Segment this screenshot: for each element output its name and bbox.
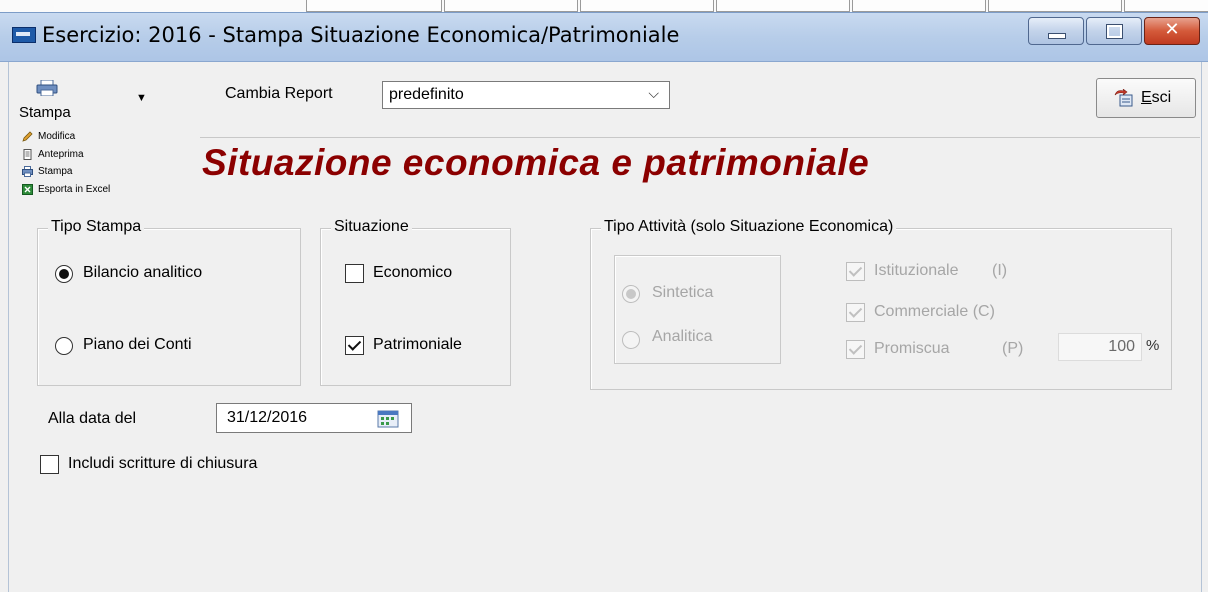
checkbox-promiscua[interactable] <box>846 340 865 359</box>
menu-item-modifica[interactable]: Modifica <box>22 128 172 146</box>
stampa-menu: Modifica Anteprima Stampa Esporta in Exc… <box>22 128 172 198</box>
percent-value: 100 <box>1108 338 1135 355</box>
page-title: Situazione economica e patrimoniale <box>202 142 870 183</box>
radio-label: Sintetica <box>652 284 714 301</box>
checkbox-commerciale[interactable] <box>846 303 865 322</box>
menu-item-anteprima[interactable]: Anteprima <box>22 146 172 164</box>
parent-tab <box>716 0 850 12</box>
dropdown-arrow-icon[interactable]: ▼ <box>136 92 147 104</box>
menu-item-label: Anteprima <box>38 148 84 160</box>
promiscua-percent-input[interactable]: 100 <box>1058 333 1142 361</box>
menu-item-label: Stampa <box>38 166 73 177</box>
group-title: Situazione <box>331 218 412 236</box>
title-bar[interactable]: Esercizio: 2016 - Stampa Situazione Econ… <box>0 12 1208 62</box>
parent-toolbar-strip <box>0 0 1208 12</box>
cambia-report-label: Cambia Report <box>225 85 333 102</box>
radio-piano-dei-conti[interactable] <box>55 337 73 355</box>
radio-sintetica[interactable] <box>622 285 640 303</box>
parent-tab <box>1124 0 1208 12</box>
esci-label: Esci <box>1141 89 1172 106</box>
checkbox-economico[interactable] <box>345 264 364 283</box>
situazione-group: Situazione <box>320 218 511 386</box>
header-divider <box>200 137 1200 138</box>
menu-item-label: Modifica <box>38 131 76 142</box>
percent-sign: % <box>1146 337 1160 354</box>
radio-analitica[interactable] <box>622 331 640 349</box>
minimize-button[interactable] <box>1028 17 1084 45</box>
radio-label: Piano dei Conti <box>83 336 192 353</box>
close-icon: ✕ <box>1164 19 1180 40</box>
attivita-radio-box <box>614 255 781 364</box>
parent-tab <box>444 0 578 12</box>
document-icon <box>23 148 32 160</box>
pencil-icon <box>22 131 33 142</box>
close-button[interactable]: ✕ <box>1144 17 1200 45</box>
tipo-stampa-group: Tipo Stampa <box>37 218 301 386</box>
radio-label: Analitica <box>652 328 713 345</box>
app-icon <box>12 27 36 43</box>
parent-tab <box>580 0 714 12</box>
esci-button[interactable]: Esci <box>1096 78 1196 118</box>
date-input[interactable]: 31/12/2016 <box>216 403 412 433</box>
checkbox-patrimoniale[interactable] <box>345 336 364 355</box>
date-label: Alla data del <box>48 410 137 427</box>
checkbox-label: Patrimoniale <box>373 336 462 353</box>
group-title: Tipo Attività (solo Situazione Economica… <box>601 218 897 236</box>
chevron-down-icon[interactable]: ⌵ <box>648 85 659 102</box>
parent-tab <box>306 0 442 12</box>
checkbox-label: Istituzionale <box>874 262 959 279</box>
menu-item-esporta-excel[interactable]: Esporta in Excel <box>22 181 172 199</box>
checkbox-includi-chiusura[interactable] <box>40 455 59 474</box>
parent-tab <box>852 0 986 12</box>
radio-label: Bilancio analitico <box>83 264 203 281</box>
excel-icon <box>22 183 33 195</box>
calendar-icon[interactable] <box>377 410 399 428</box>
maximize-button[interactable] <box>1086 17 1142 45</box>
printer-icon <box>22 166 33 177</box>
exit-icon <box>1114 89 1133 107</box>
group-title: Tipo Stampa <box>48 218 145 236</box>
menu-item-label: Esporta in Excel <box>38 183 111 195</box>
checkbox-label: Promiscua <box>874 340 950 357</box>
parent-tab <box>988 0 1122 12</box>
report-select[interactable]: predefinito ⌵ <box>382 81 670 109</box>
checkbox-label: Economico <box>373 264 453 281</box>
checkbox-istituzionale[interactable] <box>846 262 865 281</box>
checkbox-label: Includi scritture di chiusura <box>68 455 258 472</box>
stampa-button[interactable]: Stampa ▼ <box>14 76 154 122</box>
report-selected-value: predefinito <box>389 86 464 103</box>
menu-item-stampa[interactable]: Stampa <box>22 163 172 181</box>
checkbox-code: (I) <box>992 262 1008 279</box>
stampa-label: Stampa <box>19 104 71 121</box>
radio-bilancio-analitico[interactable] <box>55 265 73 283</box>
checkbox-label: Commerciale (C) <box>874 303 995 320</box>
date-value: 31/12/2016 <box>227 409 308 426</box>
window-title: Esercizio: 2016 - Stampa Situazione Econ… <box>42 23 680 47</box>
checkbox-code: (P) <box>1002 340 1024 357</box>
printer-icon <box>36 80 58 96</box>
